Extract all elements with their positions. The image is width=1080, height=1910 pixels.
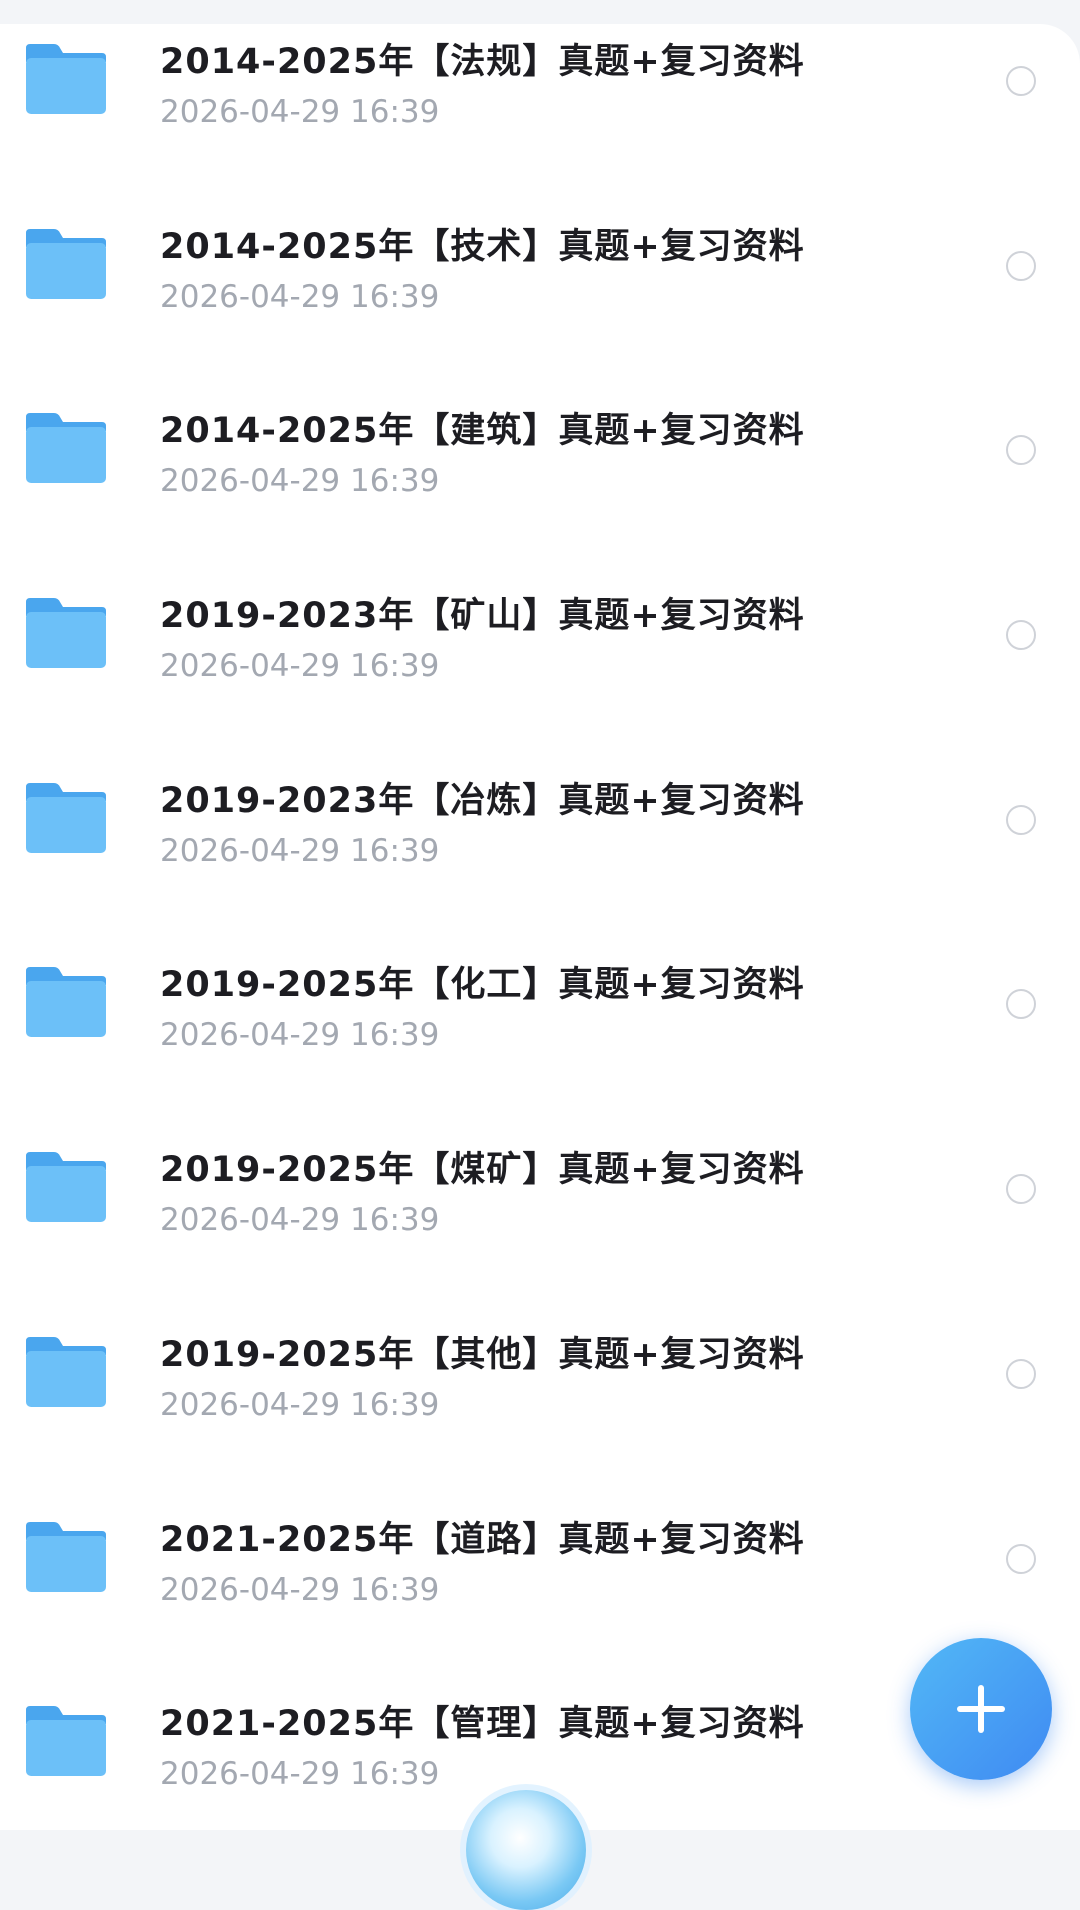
add-button[interactable] [910, 1638, 1052, 1780]
file-date: 2026-04-29 16:39 [160, 832, 440, 869]
list-item[interactable]: 2019-2025年【化工】真题+复习资料 2026-04-29 16:39 [0, 923, 1080, 1108]
select-checkbox[interactable] [1006, 435, 1036, 466]
file-name: 2014-2025年【法规】真题+复习资料 [160, 42, 805, 82]
folder-icon [24, 42, 108, 116]
select-checkbox[interactable] [1006, 989, 1036, 1020]
file-name: 2019-2023年【冶炼】真题+复习资料 [160, 780, 805, 821]
file-name: 2019-2025年【其他】真题+复习资料 [160, 1334, 805, 1375]
file-name: 2019-2023年【矿山】真题+复习资料 [160, 596, 805, 637]
file-date: 2026-04-29 16:39 [160, 463, 440, 500]
select-checkbox[interactable] [1006, 250, 1036, 281]
select-checkbox[interactable] [1006, 1174, 1036, 1205]
plus-icon [957, 1685, 1005, 1733]
folder-icon [24, 1520, 108, 1594]
folder-icon [24, 1150, 108, 1224]
list-item[interactable]: 2019-2025年【煤矿】真题+复习资料 2026-04-29 16:39 [0, 1108, 1080, 1293]
folder-icon [24, 781, 108, 855]
folder-icon [24, 965, 108, 1039]
file-list: 2014-2025年【法规】真题+复习资料 2026-04-29 16:39 2… [0, 24, 1080, 1830]
select-checkbox[interactable] [1006, 1543, 1036, 1574]
select-checkbox[interactable] [1006, 620, 1036, 651]
file-date: 2026-04-29 16:39 [160, 1386, 440, 1423]
folder-icon [24, 596, 108, 670]
file-name: 2019-2025年【化工】真题+复习资料 [160, 965, 805, 1006]
file-name: 2019-2025年【煤矿】真题+复习资料 [160, 1150, 805, 1191]
folder-icon [24, 1335, 108, 1409]
select-checkbox[interactable] [1006, 66, 1036, 96]
list-item[interactable]: 2014-2025年【法规】真题+复习资料 2026-04-29 16:39 [0, 24, 1080, 185]
file-name: 2014-2025年【建筑】真题+复习资料 [160, 411, 805, 452]
folder-icon [24, 411, 108, 485]
file-date: 2026-04-29 16:39 [160, 1571, 440, 1608]
select-checkbox[interactable] [1006, 1358, 1036, 1389]
file-date: 2026-04-29 16:39 [160, 1202, 440, 1239]
file-list-sheet: 2014-2025年【法规】真题+复习资料 2026-04-29 16:39 2… [0, 24, 1080, 1830]
list-item[interactable]: 2014-2025年【建筑】真题+复习资料 2026-04-29 16:39 [0, 369, 1080, 554]
file-name: 2021-2025年【道路】真题+复习资料 [160, 1519, 805, 1560]
select-checkbox[interactable] [1006, 804, 1036, 835]
folder-icon [24, 1704, 108, 1778]
list-item[interactable]: 2019-2025年【其他】真题+复习资料 2026-04-29 16:39 [0, 1293, 1080, 1478]
list-item[interactable]: 2019-2023年【冶炼】真题+复习资料 2026-04-29 16:39 [0, 739, 1080, 924]
list-item[interactable]: 2019-2023年【矿山】真题+复习资料 2026-04-29 16:39 [0, 554, 1080, 739]
file-date: 2026-04-29 16:39 [160, 1017, 440, 1054]
file-date: 2026-04-29 16:39 [160, 1756, 440, 1793]
file-name: 2021-2025年【管理】真题+复习资料 [160, 1704, 805, 1745]
list-item[interactable]: 2014-2025年【技术】真题+复习资料 2026-04-29 16:39 [0, 185, 1080, 370]
file-name: 2014-2025年【技术】真题+复习资料 [160, 226, 805, 267]
floating-assistant-bubble[interactable] [466, 1790, 586, 1910]
file-date: 2026-04-29 16:39 [160, 648, 440, 685]
list-item[interactable]: 2021-2025年【道路】真题+复习资料 2026-04-29 16:39 [0, 1478, 1080, 1663]
file-date: 2026-04-29 16:39 [160, 94, 440, 130]
file-date: 2026-04-29 16:39 [160, 278, 440, 315]
folder-icon [24, 227, 108, 301]
